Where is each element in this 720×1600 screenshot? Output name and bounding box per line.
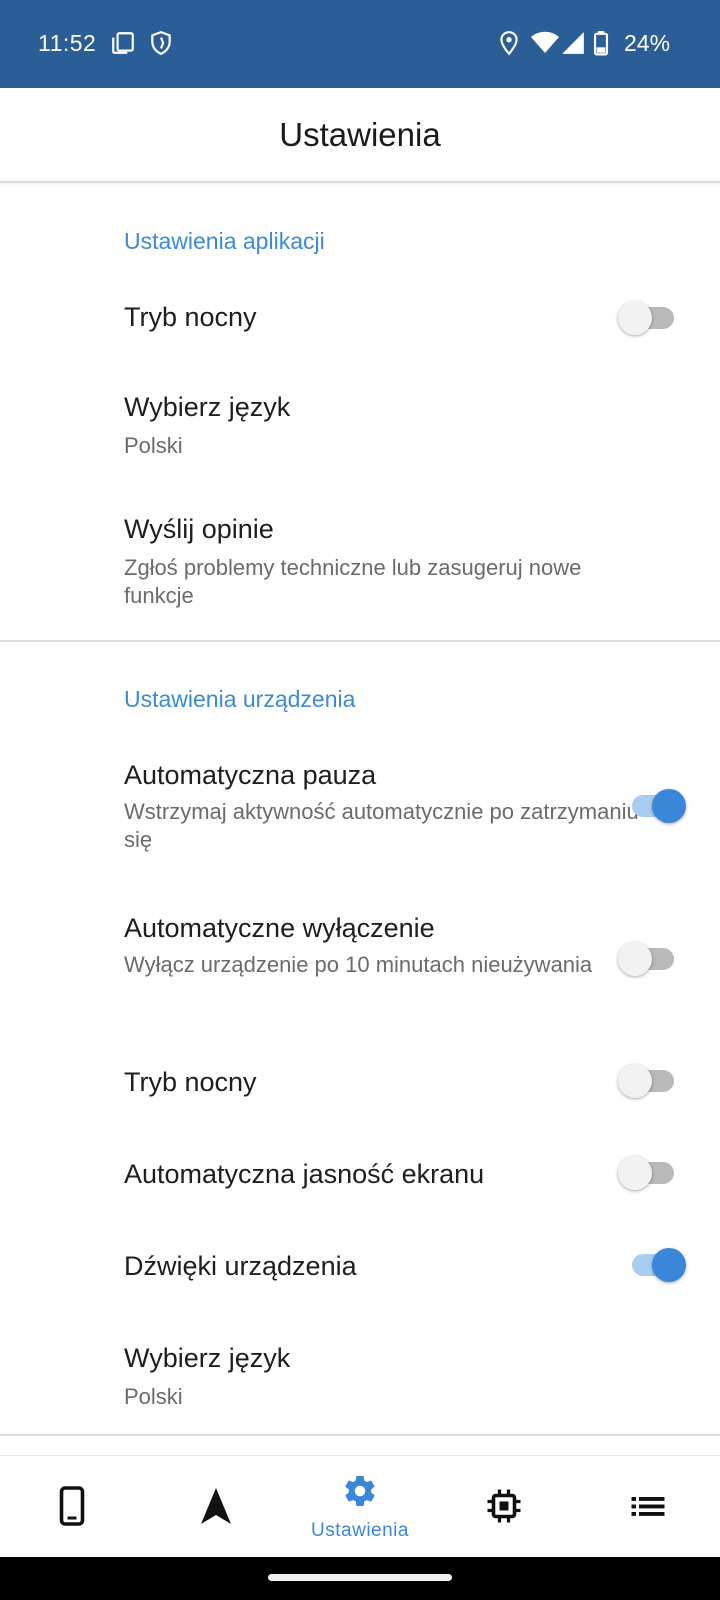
- system-navigation-bar: [0, 1557, 720, 1600]
- setting-title: Dźwięki urządzenia: [124, 1251, 357, 1281]
- setting-subtitle: Polski: [124, 433, 183, 458]
- copy-icon: [110, 30, 136, 56]
- setting-title: Automatyczna jasność ekranu: [124, 1159, 485, 1189]
- nav-settings[interactable]: Ustawienia: [288, 1456, 432, 1558]
- auto-brightness-toggle[interactable]: [618, 1153, 678, 1193]
- wifi-icon: [530, 30, 560, 56]
- navigation-arrow-icon: [201, 1488, 231, 1524]
- phone-icon: [59, 1486, 85, 1526]
- auto-pause-toggle[interactable]: [618, 786, 686, 826]
- battery-percent: 24%: [624, 30, 671, 56]
- location-icon: [496, 30, 522, 56]
- section-header-device: Ustawienia urządzenia: [124, 686, 356, 712]
- section-header-app: Ustawienia aplikacji: [124, 228, 325, 254]
- status-bar: 11:52 24%: [0, 0, 720, 88]
- setting-title: Automatyczna pauza: [124, 760, 377, 790]
- setting-title: Wybierz język: [124, 392, 291, 422]
- device-night-mode-toggle[interactable]: [618, 1061, 678, 1101]
- bottom-navigation: Ustawienia: [0, 1455, 720, 1557]
- battery-icon: [592, 30, 610, 56]
- gear-icon: [345, 1476, 375, 1507]
- setting-title: Wybierz język: [124, 1343, 291, 1373]
- setting-title: Tryb nocny: [124, 302, 257, 332]
- app-bar: Ustawienia: [0, 88, 720, 183]
- nav-chip[interactable]: [432, 1456, 576, 1558]
- section-divider: [0, 1434, 720, 1436]
- device-sounds-toggle[interactable]: [618, 1245, 686, 1285]
- section-divider: [0, 640, 720, 642]
- nav-device[interactable]: [0, 1456, 144, 1558]
- setting-title: Tryb nocny: [124, 1067, 257, 1097]
- setting-subtitle: Wstrzymaj aktywność automatycznie po zat…: [124, 799, 639, 852]
- nav-settings-label: Ustawienia: [311, 1520, 409, 1541]
- setting-subtitle: Zgłoś problemy techniczne lub zasugeruj …: [124, 555, 582, 608]
- setting-subtitle: Polski: [124, 1384, 183, 1409]
- list-icon: [631, 1497, 665, 1516]
- setting-subtitle: Wyłącz urządzenie po 10 minutach nieużyw…: [124, 952, 593, 977]
- page-title: Ustawienia: [279, 116, 441, 153]
- setting-title: Wyślij opinie: [124, 514, 274, 544]
- chip-icon: [487, 1489, 521, 1523]
- status-time: 11:52: [38, 30, 97, 56]
- home-indicator[interactable]: [268, 1574, 452, 1581]
- setting-title: Automatyczne wyłączenie: [124, 913, 435, 943]
- auto-shutdown-toggle[interactable]: [618, 939, 678, 979]
- nav-navigation[interactable]: [144, 1456, 288, 1558]
- signal-icon: [560, 30, 586, 56]
- nav-list[interactable]: [576, 1456, 720, 1558]
- shield-icon: [148, 30, 174, 56]
- night-mode-toggle[interactable]: [618, 298, 678, 338]
